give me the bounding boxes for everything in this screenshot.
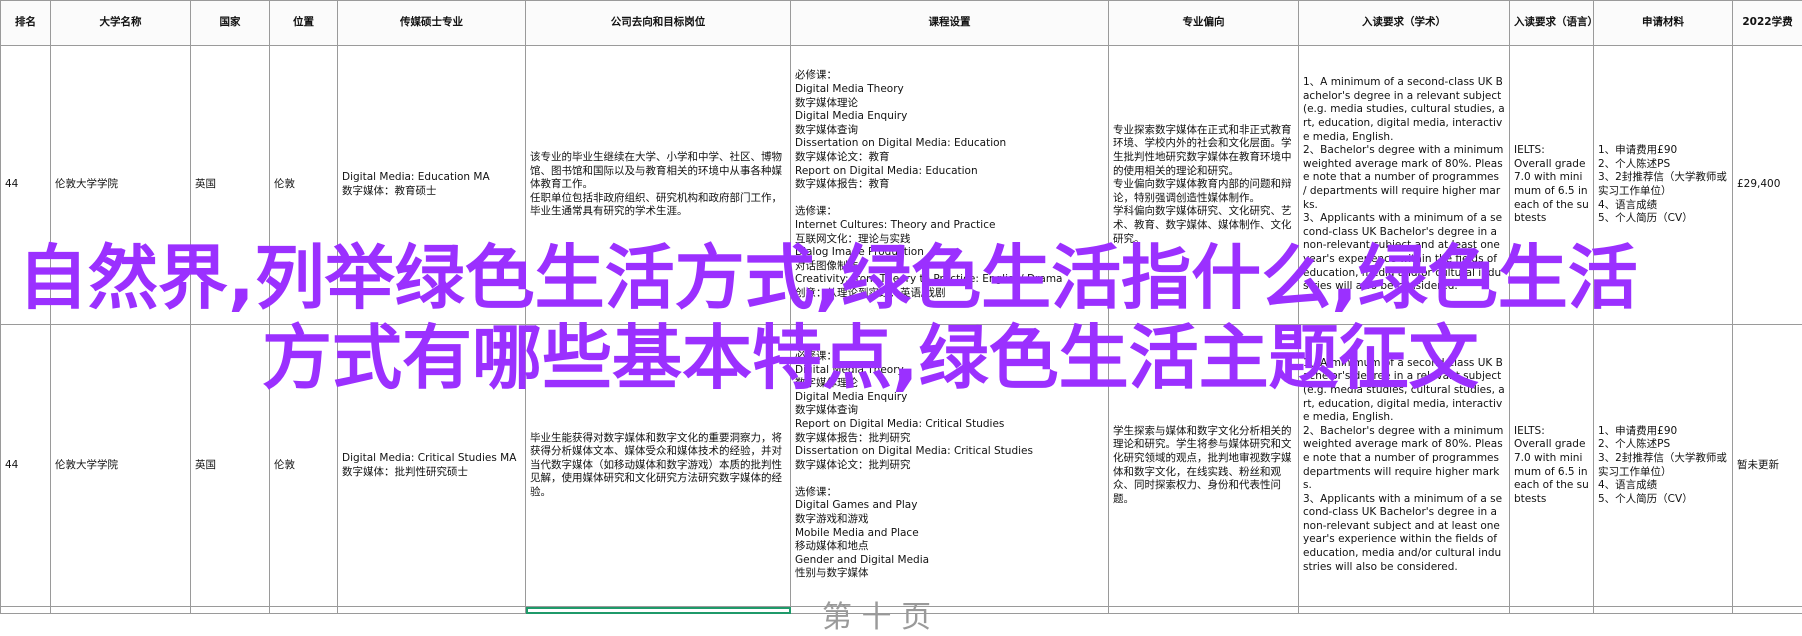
cell-empty[interactable] — [1510, 607, 1594, 614]
cell-country[interactable]: 英国 — [191, 46, 270, 325]
cell-courses[interactable]: 必修课： Digital Media Theory 数字媒体理论 Digital… — [791, 46, 1109, 325]
cell-country[interactable]: 英国 — [191, 325, 270, 607]
cell-focus[interactable]: 专业探索数字媒体在正式和非正式教育环境、学校内外的社会和文化层面。学生批判性地研… — [1109, 46, 1299, 325]
header-country[interactable]: 国家 — [191, 1, 270, 46]
cell-major[interactable]: Digital Media: Education MA 数字媒体：教育硕士 — [338, 46, 526, 325]
header-location[interactable]: 位置 — [270, 1, 338, 46]
header-materials[interactable]: 申请材料 — [1594, 1, 1733, 46]
table-row: 44 伦敦大学学院 英国 伦敦 Digital Media: Education… — [1, 46, 1802, 325]
cell-university[interactable]: 伦敦大学学院 — [51, 46, 191, 325]
cell-location[interactable]: 伦敦 — [270, 46, 338, 325]
cell-empty[interactable] — [1733, 607, 1802, 614]
spreadsheet-view: 排名 大学名称 国家 位置 传媒硕士专业 公司去向和目标岗位 课程设置 专业偏向… — [0, 0, 1802, 613]
header-courses[interactable]: 课程设置 — [791, 1, 1109, 46]
cell-empty[interactable] — [51, 607, 191, 614]
cell-tuition[interactable]: 暂未更新 — [1733, 325, 1802, 607]
cell-tuition[interactable]: £29,400 — [1733, 46, 1802, 325]
faded-page-label: 第 十 页 — [822, 592, 931, 636]
cell-language-req[interactable]: IELTS: Overall grade 7.0 with minimum of… — [1510, 325, 1594, 607]
cell-rank[interactable]: 44 — [1, 46, 51, 325]
cell-academic-req[interactable]: 1、A minimum of a second-class UK Bachelo… — [1299, 325, 1510, 607]
header-major[interactable]: 传媒硕士专业 — [338, 1, 526, 46]
cell-materials[interactable]: 1、申请费用£90 2、个人陈述PS 3、2封推荐信（大学教师或实习工作单位） … — [1594, 325, 1733, 607]
cell-empty[interactable] — [338, 607, 526, 614]
cell-empty[interactable] — [1, 607, 51, 614]
data-table: 排名 大学名称 国家 位置 传媒硕士专业 公司去向和目标岗位 课程设置 专业偏向… — [0, 0, 1802, 614]
cell-academic-req[interactable]: 1、A minimum of a second-class UK Bachelo… — [1299, 46, 1510, 325]
cell-empty[interactable] — [1299, 607, 1510, 614]
cell-materials[interactable]: 1、申请费用£90 2、个人陈述PS 3、2封推荐信（大学教师或实习工作单位） … — [1594, 46, 1733, 325]
header-academic-req[interactable]: 入读要求（学术） — [1299, 1, 1510, 46]
cell-careers[interactable]: 毕业生能获得对数字媒体和数字文化的重要洞察力，将获得分析媒体文本、媒体受众和媒体… — [526, 325, 791, 607]
cell-empty[interactable] — [270, 607, 338, 614]
table-row: 44 伦敦大学学院 英国 伦敦 Digital Media: Critical … — [1, 325, 1802, 607]
cell-empty[interactable] — [1109, 607, 1299, 614]
header-focus[interactable]: 专业偏向 — [1109, 1, 1299, 46]
header-rank[interactable]: 排名 — [1, 1, 51, 46]
cell-language-req[interactable]: IELTS: Overall grade 7.0 with minimum of… — [1510, 46, 1594, 325]
selected-cell[interactable] — [526, 607, 791, 614]
header-careers[interactable]: 公司去向和目标岗位 — [526, 1, 791, 46]
cell-rank[interactable]: 44 — [1, 325, 51, 607]
cell-location[interactable]: 伦敦 — [270, 325, 338, 607]
header-language-req[interactable]: 入读要求（语言） — [1510, 1, 1594, 46]
cell-major[interactable]: Digital Media: Critical Studies MA 数字媒体：… — [338, 325, 526, 607]
header-row: 排名 大学名称 国家 位置 传媒硕士专业 公司去向和目标岗位 课程设置 专业偏向… — [1, 1, 1802, 46]
cell-university[interactable]: 伦敦大学学院 — [51, 325, 191, 607]
cell-focus[interactable]: 学生探索与媒体和数字文化分析相关的理论和研究。学生将参与媒体研究和文化研究领域的… — [1109, 325, 1299, 607]
header-university[interactable]: 大学名称 — [51, 1, 191, 46]
cell-careers[interactable]: 该专业的毕业生继续在大学、小学和中学、社区、博物馆、图书馆和国际以及与教育相关的… — [526, 46, 791, 325]
cell-courses[interactable]: 必修课： Digital Media Theory 数字媒体理论 Digital… — [791, 325, 1109, 607]
cell-empty[interactable] — [191, 607, 270, 614]
header-tuition[interactable]: 2022学费 — [1733, 1, 1802, 46]
cell-empty[interactable] — [1594, 607, 1733, 614]
